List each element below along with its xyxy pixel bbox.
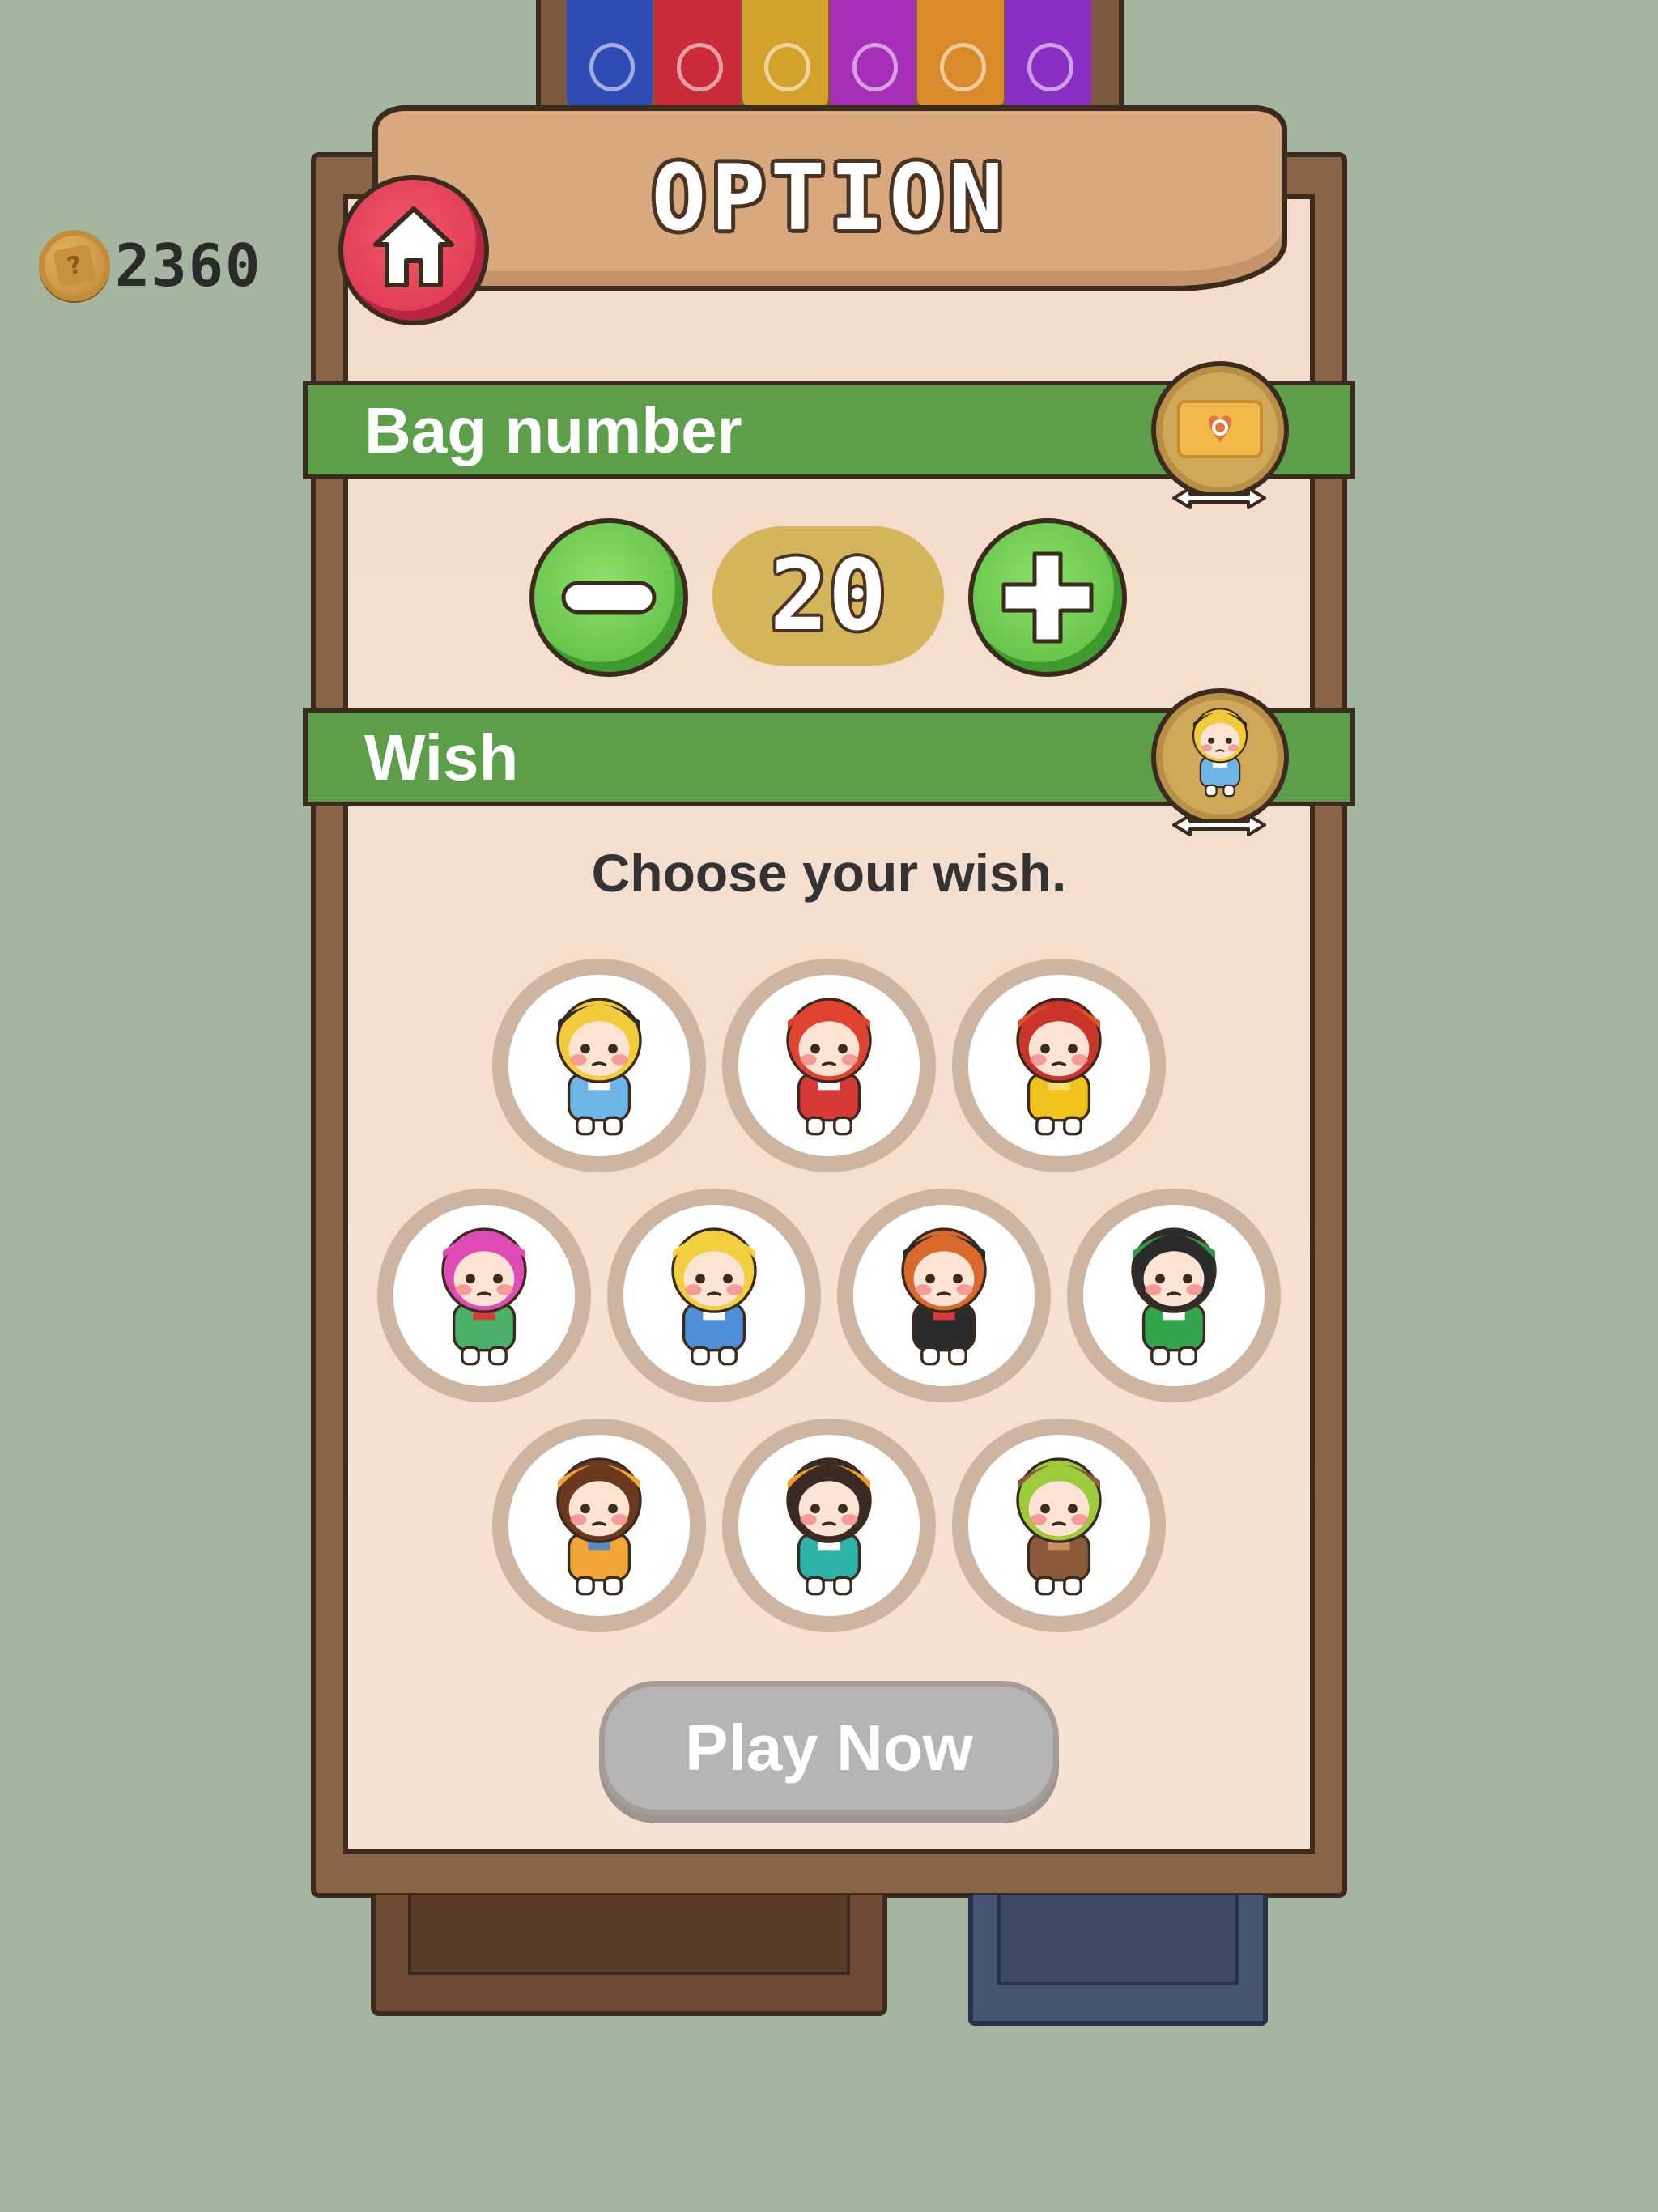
- bag-badge[interactable]: [1151, 361, 1289, 509]
- bag-number-section: Bag number: [303, 361, 1355, 509]
- plus-icon: [1001, 551, 1094, 644]
- play-now-button[interactable]: Play Now: [599, 1681, 1059, 1815]
- wish-option-doll-red-stripes[interactable]: [722, 959, 936, 1172]
- coin-counter: ? 2360: [39, 228, 261, 303]
- shelf-bags: [567, 0, 1093, 107]
- page-title: OPTION: [651, 146, 1009, 251]
- doll-pink-green-icon: [415, 1219, 553, 1373]
- decrease-button[interactable]: [529, 518, 688, 677]
- minus-icon: [561, 581, 657, 615]
- doll-blonde-blue-icon: [645, 1219, 783, 1373]
- doll-red-hood-yellow-icon: [990, 989, 1128, 1143]
- shelf-bag: [829, 0, 916, 107]
- shelf-bag: [742, 0, 828, 107]
- swap-arrows-icon: [1172, 814, 1266, 836]
- doll-bear-red-black-icon: [875, 1219, 1013, 1373]
- wish-option-doll-bee-orange[interactable]: [492, 1419, 706, 1632]
- bag-number-display: 20: [712, 526, 944, 666]
- shelf-bag: [917, 0, 1004, 107]
- wish-prompt: Choose your wish.: [591, 843, 1067, 903]
- increase-button[interactable]: [968, 518, 1127, 677]
- wish-option-doll-red-hood-yellow[interactable]: [952, 959, 1166, 1172]
- bag-icon: [1177, 400, 1263, 458]
- doll-bee-orange-icon: [530, 1448, 668, 1603]
- wish-option-doll-bear-red-black[interactable]: [837, 1189, 1051, 1402]
- wish-option-doll-bee-blonde[interactable]: [492, 959, 706, 1172]
- wish-label: Wish: [364, 721, 519, 793]
- coin-icon: ?: [39, 230, 110, 301]
- play-now-label: Play Now: [685, 1712, 973, 1784]
- shelf-bag: [1005, 0, 1091, 107]
- doll-teal-pumpkin-icon: [760, 1448, 898, 1603]
- swap-arrows-icon: [1172, 487, 1266, 509]
- selected-wish-doll-icon: [1156, 693, 1284, 821]
- home-button[interactable]: [338, 175, 489, 325]
- bag-number-value: 20: [769, 539, 887, 653]
- wish-option-doll-teal-pumpkin[interactable]: [722, 1419, 936, 1632]
- wish-option-doll-pink-green[interactable]: [377, 1189, 591, 1402]
- doll-bear-brown-icon: [990, 1448, 1128, 1603]
- doll-red-stripes-icon: [760, 989, 898, 1143]
- wish-option-doll-blonde-blue[interactable]: [607, 1189, 821, 1402]
- wish-badge[interactable]: [1151, 688, 1289, 836]
- drawer-right: [968, 1895, 1268, 2026]
- doll-frog-green-icon: [1105, 1219, 1243, 1373]
- wish-section: Wish: [303, 688, 1355, 836]
- coin-count: 2360: [115, 232, 262, 300]
- home-icon: [373, 206, 454, 287]
- wish-option-doll-bear-brown[interactable]: [952, 1419, 1166, 1632]
- drawer-left: [371, 1895, 887, 2016]
- doll-bee-blonde-icon: [530, 989, 668, 1143]
- shelf-bag: [654, 0, 741, 107]
- bag-number-label: Bag number: [364, 394, 742, 466]
- wish-option-doll-frog-green[interactable]: [1067, 1189, 1281, 1402]
- shelf-bag: [567, 0, 653, 107]
